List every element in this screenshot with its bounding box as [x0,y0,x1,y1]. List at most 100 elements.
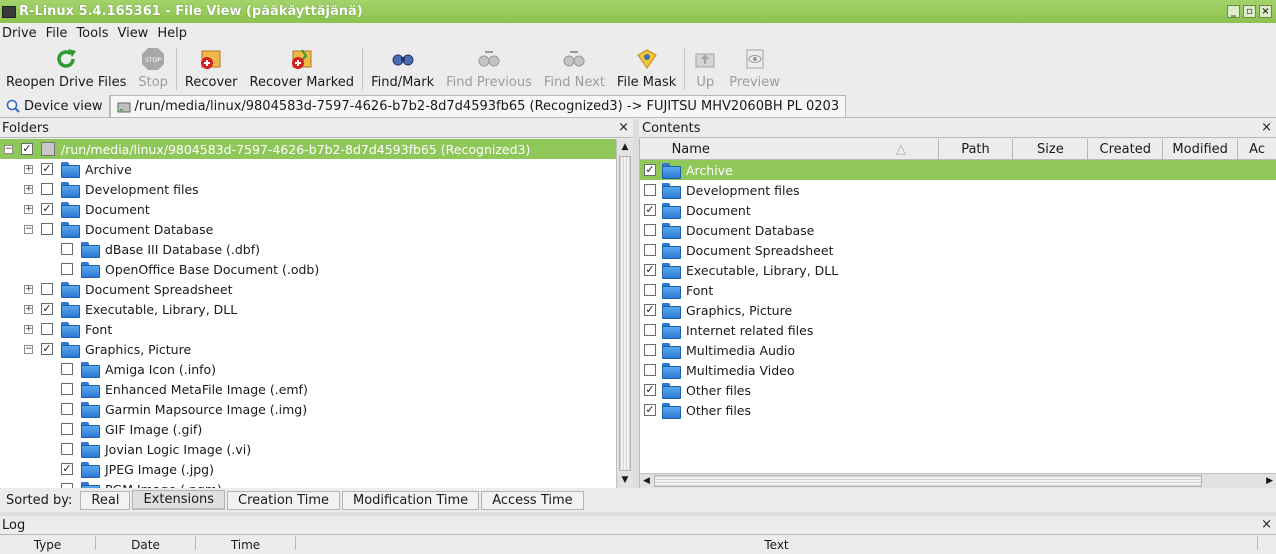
log-column-type[interactable]: Type [0,536,96,552]
find-previous-button[interactable]: Find Previous [440,44,538,94]
contents-row-checkbox[interactable] [644,404,656,416]
tree-item[interactable]: + Archive [0,159,616,179]
log-column-date[interactable]: Date [96,536,196,552]
log-column-text[interactable]: Text [296,536,1258,552]
contents-row-checkbox[interactable] [644,344,656,356]
contents-row[interactable]: Other files [640,400,1276,420]
tree-item[interactable]: + Development files [0,179,616,199]
expand-icon[interactable]: + [24,204,33,214]
contents-row[interactable]: Archive [640,160,1276,180]
reopen-drive-files-button[interactable]: Reopen Drive Files [0,44,132,94]
tree-root[interactable]: − /run/media/linux/9804583d-7597-4626-b7… [0,139,616,159]
tree-item-checkbox[interactable] [41,183,53,195]
minimize-icon[interactable]: _ [1227,5,1240,18]
column-modified[interactable]: Modified [1163,139,1239,159]
contents-hscrollbar[interactable]: ◀ ▶ [640,473,1276,488]
expand-icon[interactable]: + [24,304,33,314]
tree-item[interactable]: Enhanced MetaFile Image (.emf) [0,379,616,399]
find-mark-button[interactable]: Find/Mark [365,44,440,94]
close-window-icon[interactable]: × [1259,5,1272,18]
preview-button[interactable]: Preview [723,44,786,94]
sort-modification-time-button[interactable]: Modification Time [342,490,480,510]
contents-row-checkbox[interactable] [644,164,656,176]
tree-root-checkbox[interactable] [21,143,33,155]
contents-row-checkbox[interactable] [644,324,656,336]
recover-marked-button[interactable]: Recover Marked [244,44,361,94]
contents-row-checkbox[interactable] [644,184,656,196]
close-folders-icon[interactable]: × [618,120,629,135]
scroll-up-icon[interactable]: ▲ [617,139,633,155]
hscroll-thumb[interactable] [654,475,1202,487]
recover-button[interactable]: Recover [179,44,244,94]
tree-item[interactable]: − Graphics, Picture [0,339,616,359]
tree-item-checkbox[interactable] [61,403,73,415]
menu-tools[interactable]: Tools [74,26,115,41]
contents-row[interactable]: Document [640,200,1276,220]
tree-item-checkbox[interactable] [41,283,53,295]
contents-row-checkbox[interactable] [644,224,656,236]
tab-device-view[interactable]: Device view [0,95,110,117]
tree-item[interactable]: Jovian Logic Image (.vi) [0,439,616,459]
menu-file[interactable]: File [44,26,75,41]
tree-item-checkbox[interactable] [61,363,73,375]
contents-row-checkbox[interactable] [644,364,656,376]
tree-item[interactable]: + Document [0,199,616,219]
sort-extensions-button[interactable]: Extensions [132,490,226,510]
tree-item[interactable]: + Executable, Library, DLL [0,299,616,319]
close-contents-icon[interactable]: × [1261,120,1272,135]
stop-button[interactable]: STOP Stop [132,44,174,94]
menu-drive[interactable]: Drive [0,26,44,41]
contents-row-checkbox[interactable] [644,384,656,396]
tree-item[interactable]: GIF Image (.gif) [0,419,616,439]
tree-item[interactable]: JPEG Image (.jpg) [0,459,616,479]
contents-row[interactable]: Graphics, Picture [640,300,1276,320]
sort-access-time-button[interactable]: Access Time [481,490,584,510]
tree-item-checkbox[interactable] [41,303,53,315]
menu-help[interactable]: Help [155,26,194,41]
contents-row[interactable]: Multimedia Video [640,360,1276,380]
tab-file-view[interactable]: /run/media/linux/9804583d-7597-4626-b7b2… [109,95,847,117]
scroll-thumb[interactable] [619,156,631,471]
contents-row[interactable]: Multimedia Audio [640,340,1276,360]
tree-item-checkbox[interactable] [41,323,53,335]
contents-row[interactable]: Executable, Library, DLL [640,260,1276,280]
scroll-left-icon[interactable]: ◀ [643,474,650,488]
contents-row[interactable]: Document Database [640,220,1276,240]
column-created[interactable]: Created [1088,139,1164,159]
contents-row-checkbox[interactable] [644,264,656,276]
scroll-right-icon[interactable]: ▶ [1266,474,1273,488]
collapse-icon[interactable]: − [4,144,13,154]
expand-icon[interactable]: + [24,324,33,334]
scroll-down-icon[interactable]: ▼ [617,472,633,488]
tree-item[interactable]: Amiga Icon (.info) [0,359,616,379]
tree-item-checkbox[interactable] [61,423,73,435]
contents-row[interactable]: Development files [640,180,1276,200]
contents-row[interactable]: Other files [640,380,1276,400]
expand-icon[interactable]: + [24,184,33,194]
tree-item[interactable]: Garmin Mapsource Image (.img) [0,399,616,419]
column-name[interactable]: Name △ [640,139,939,159]
collapse-icon[interactable]: − [24,224,33,234]
expand-icon[interactable]: + [24,164,33,174]
tree-item-checkbox[interactable] [61,243,73,255]
tree-item[interactable]: PGM Image (.pgm) [0,479,616,488]
tree-item[interactable]: + Document Spreadsheet [0,279,616,299]
contents-row-checkbox[interactable] [644,244,656,256]
find-next-button[interactable]: Find Next [538,44,611,94]
expand-icon[interactable]: + [24,284,33,294]
tree-item[interactable]: dBase III Database (.dbf) [0,239,616,259]
contents-row-checkbox[interactable] [644,204,656,216]
log-column-time[interactable]: Time [196,536,296,552]
contents-row[interactable]: Internet related files [640,320,1276,340]
file-mask-button[interactable]: File Mask [611,44,682,94]
column-accessed[interactable]: Ac [1238,139,1276,159]
folders-scrollbar[interactable]: ▲ ▼ [616,139,633,488]
contents-row-checkbox[interactable] [644,304,656,316]
tree-item-checkbox[interactable] [41,223,53,235]
contents-row[interactable]: Font [640,280,1276,300]
sort-creation-time-button[interactable]: Creation Time [227,490,340,510]
up-button[interactable]: Up [687,44,723,94]
close-log-icon[interactable]: × [1261,517,1272,532]
tree-item-checkbox[interactable] [61,443,73,455]
maximize-icon[interactable]: ▫ [1243,5,1256,18]
